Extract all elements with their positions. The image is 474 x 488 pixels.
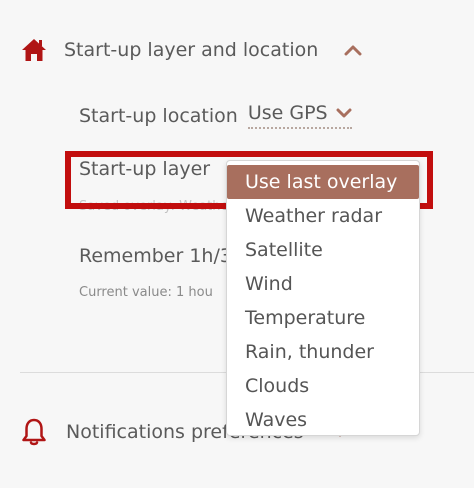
- remember-current-value: Current value: 1 hou: [79, 285, 213, 300]
- dropdown-option-wind[interactable]: Wind: [227, 267, 419, 301]
- dropdown-option-satellite[interactable]: Satellite: [227, 233, 419, 267]
- startup-section-header[interactable]: Start-up layer and location: [20, 30, 362, 70]
- home-icon: [20, 37, 48, 63]
- dropdown-option-rain-thunder[interactable]: Rain, thunder: [227, 335, 419, 369]
- layer-dropdown-menu: Use last overlay Weather radar Satellite…: [226, 160, 420, 436]
- chevron-down-icon: [336, 102, 352, 124]
- dropdown-option-weather-radar[interactable]: Weather radar: [227, 199, 419, 233]
- startup-location-row: Start-up location Use GPS: [79, 102, 352, 129]
- chevron-up-icon: [344, 39, 362, 61]
- startup-location-label: Start-up location: [79, 104, 238, 127]
- dropdown-option-clouds[interactable]: Clouds: [227, 369, 419, 403]
- startup-location-value: Use GPS: [247, 102, 328, 124]
- dropdown-option-temperature[interactable]: Temperature: [227, 301, 419, 335]
- startup-location-select[interactable]: Use GPS: [247, 102, 352, 129]
- bell-icon: [20, 417, 48, 447]
- dropdown-option-use-last-overlay[interactable]: Use last overlay: [227, 165, 419, 199]
- dropdown-option-waves[interactable]: Waves: [227, 403, 419, 437]
- remember-label: Remember 1h/3h: [79, 245, 245, 267]
- startup-section-title: Start-up layer and location: [64, 39, 319, 61]
